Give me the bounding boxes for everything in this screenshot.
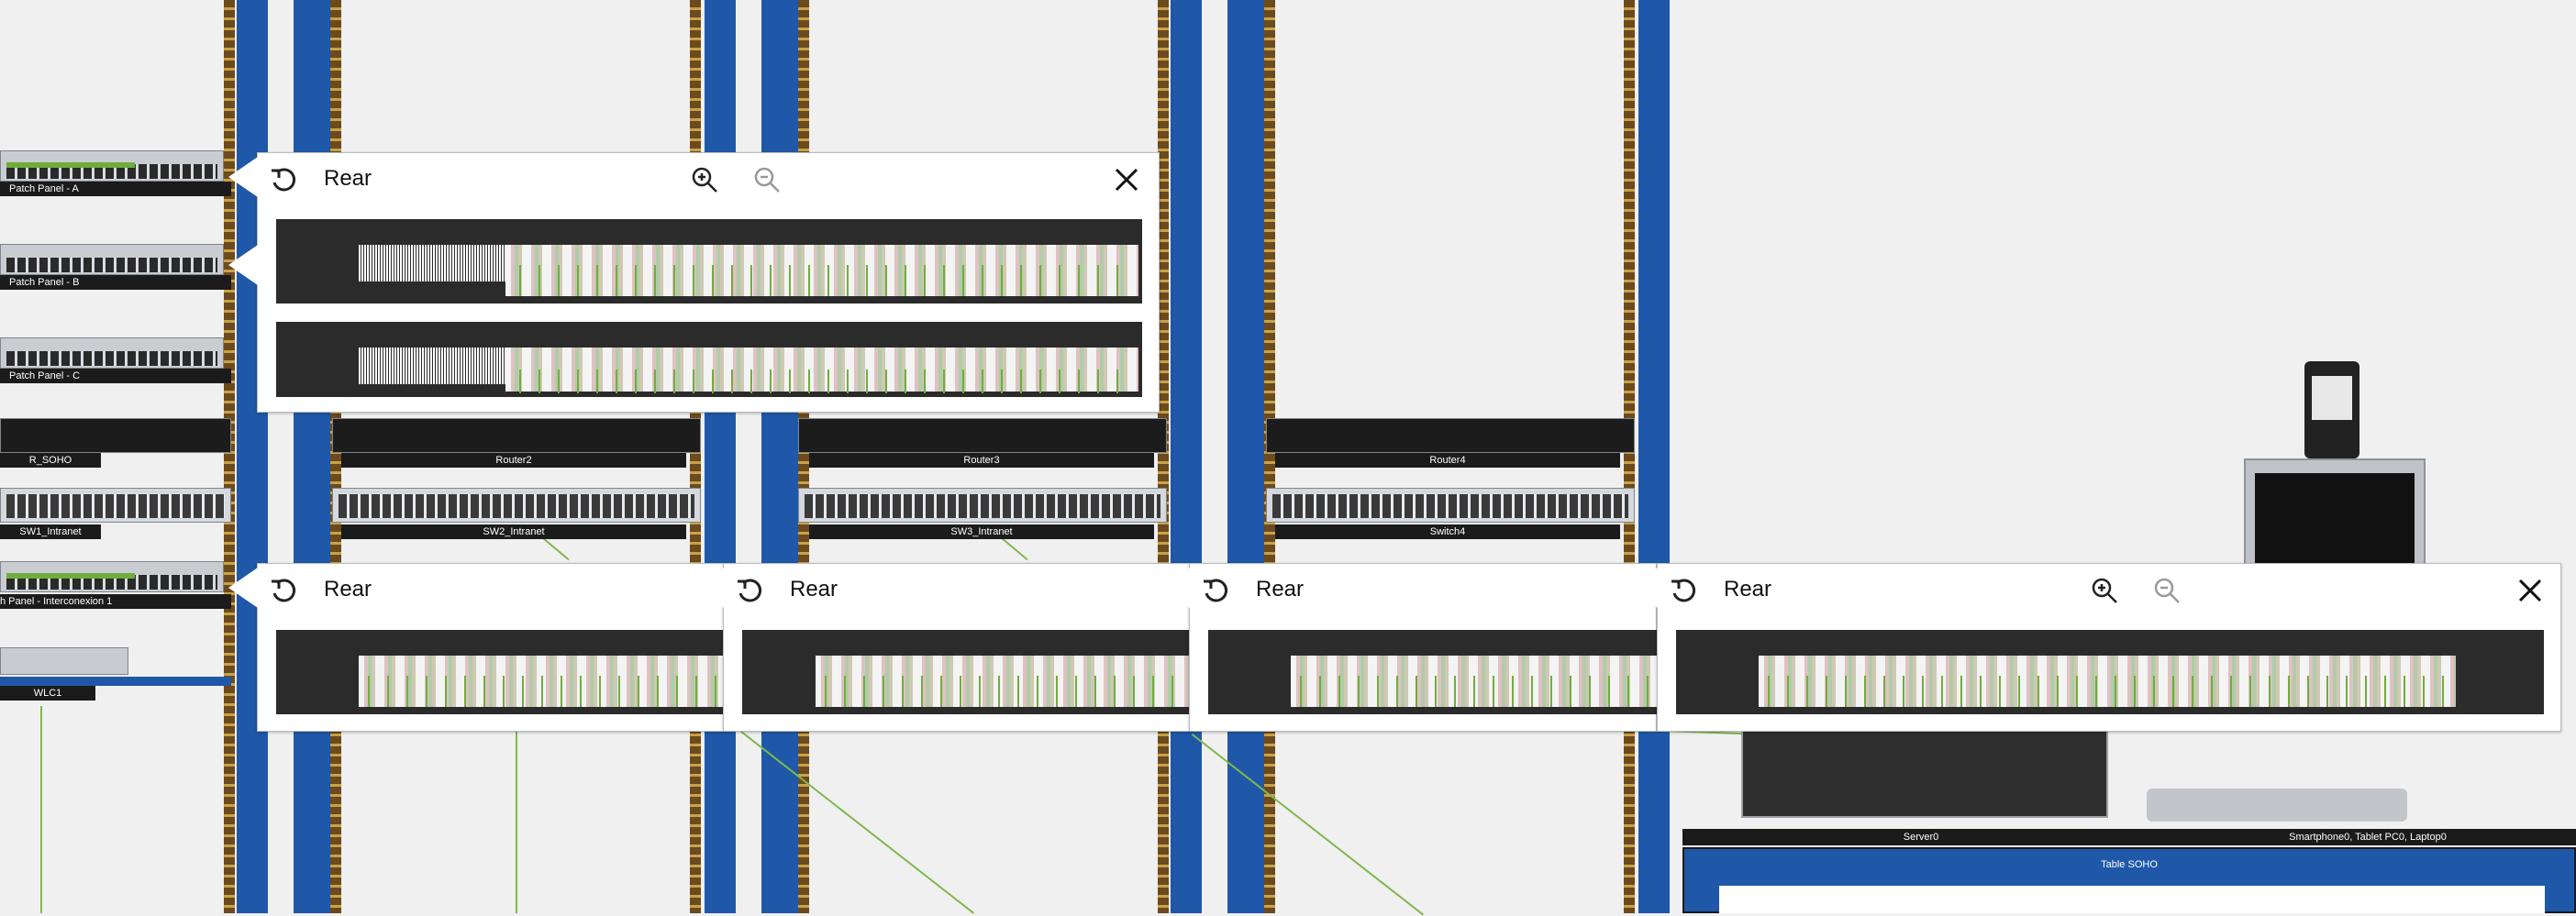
rotate-icon[interactable]	[735, 575, 766, 606]
popup-pointer	[1160, 568, 1190, 608]
router2-label: Router2	[341, 453, 686, 468]
zoom-in-icon[interactable]	[2089, 575, 2120, 606]
router2-device[interactable]	[332, 418, 701, 453]
rack-shelf	[0, 677, 231, 686]
cable	[998, 535, 1028, 561]
patch-panel-interconexion-label: h Panel - Interconexion 1	[0, 594, 231, 609]
patch-panel-rear-view	[742, 630, 1192, 714]
patch-panel-c[interactable]	[0, 337, 224, 369]
rack-rail	[237, 0, 268, 913]
r-soho-router[interactable]	[0, 418, 231, 453]
patch-panel-rear-view	[276, 322, 1142, 397]
rear-view-popup[interactable]: Rear	[1628, 563, 2561, 732]
rack-rail	[294, 0, 330, 913]
sw3-intranet-label: SW3_Intranet	[809, 524, 1154, 539]
rack-rail	[330, 0, 341, 913]
popup-title: Rear	[324, 166, 372, 191]
rear-view-popup[interactable]: Rear	[694, 563, 1192, 732]
cable	[40, 706, 42, 913]
patch-panel-rear-view	[1208, 630, 1658, 714]
cable	[1191, 734, 1425, 916]
sw2-intranet-switch[interactable]	[332, 488, 701, 523]
zoom-in-icon[interactable]	[689, 164, 720, 195]
popup-pointer	[228, 157, 258, 197]
sw1-intranet-switch[interactable]	[0, 488, 231, 523]
popup-pointer	[228, 568, 258, 608]
rotate-icon[interactable]	[269, 164, 300, 195]
popup-title: Rear	[324, 577, 372, 601]
patch-panel-b-label: Patch Panel - B	[0, 275, 231, 290]
popup-pointer	[1628, 568, 1658, 608]
patch-panel-c-label: Patch Panel - C	[0, 369, 231, 383]
close-icon[interactable]	[1111, 164, 1142, 195]
router4-device[interactable]	[1266, 418, 1635, 453]
rear-view-popup[interactable]: Rear	[228, 563, 726, 732]
patch-panel-b[interactable]	[0, 244, 224, 275]
patch-panel-interconexion-1[interactable]	[0, 561, 224, 592]
router3-device[interactable]	[798, 418, 1167, 453]
switch4-label: Switch4	[1275, 524, 1620, 539]
cable	[539, 535, 570, 561]
rack-rail	[224, 0, 235, 913]
router4-label: Router4	[1275, 453, 1620, 468]
rotate-icon[interactable]	[269, 575, 300, 606]
wlc1-label: WLC1	[0, 686, 95, 701]
rack-rail	[1624, 0, 1635, 913]
router3-label: Router3	[809, 453, 1154, 468]
sw1-intranet-label: SW1_Intranet	[0, 524, 101, 539]
patch-panel-rear-view	[1676, 630, 2544, 714]
server0-label: Server0	[1682, 829, 2160, 845]
rotate-icon[interactable]	[1201, 575, 1232, 606]
zoom-out-icon[interactable]	[2151, 575, 2182, 606]
patch-panel-a-label: Patch Panel - A	[0, 182, 231, 196]
rack-rail	[705, 0, 736, 913]
rack-rail	[1638, 0, 1670, 913]
end-devices-label: Smartphone0, Tablet PC0, Laptop0	[2160, 829, 2576, 845]
zoom-out-icon[interactable]	[751, 164, 783, 195]
popup-title: Rear	[1256, 577, 1305, 601]
cable	[516, 730, 517, 913]
rear-view-popup[interactable]: Rear	[1160, 563, 1658, 732]
sw3-intranet-switch[interactable]	[798, 488, 1167, 523]
rack-rail	[690, 0, 701, 913]
patch-panel-rear-view	[276, 219, 1142, 303]
rack-rail	[1171, 0, 1202, 913]
wlc1-device[interactable]	[0, 647, 128, 675]
r-soho-label: R_SOHO	[0, 453, 101, 468]
rotate-icon[interactable]	[1669, 575, 1700, 606]
laptop-device[interactable]	[2147, 789, 2407, 822]
tablet-device[interactable]	[2244, 458, 2426, 568]
rack-rail	[1264, 0, 1275, 913]
smartphone-device[interactable]	[2304, 361, 2359, 458]
rack-rail	[761, 0, 798, 913]
patch-panel-rear-view	[276, 630, 726, 714]
popup-pointer	[694, 568, 724, 608]
close-icon[interactable]	[2515, 575, 2546, 606]
patch-panel-a[interactable]	[0, 150, 224, 182]
popup-title: Rear	[790, 577, 838, 601]
popup-pointer	[228, 245, 258, 285]
sw2-intranet-label: SW2_Intranet	[341, 524, 686, 539]
table-soho-label: Table SOHO	[2101, 859, 2158, 870]
rack-rail	[1158, 0, 1169, 913]
switch4-device[interactable]	[1266, 488, 1635, 523]
rear-view-popup[interactable]: Rear	[228, 152, 1160, 413]
popup-title: Rear	[1724, 577, 1772, 601]
